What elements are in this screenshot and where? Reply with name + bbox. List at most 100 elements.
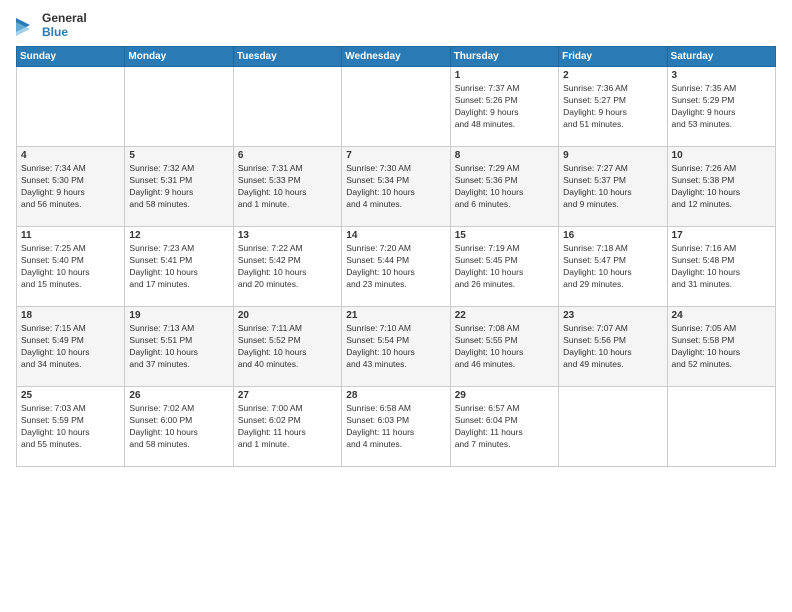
day-number: 28 [346, 390, 445, 401]
calendar-cell: 8 Sunrise: 7:29 AM Sunset: 5:36 PM Daylig… [450, 147, 558, 227]
calendar-cell: 16 Sunrise: 7:18 AM Sunset: 5:47 PM Dayli… [559, 227, 667, 307]
day-number: 5 [129, 150, 228, 161]
day-number: 19 [129, 310, 228, 321]
day-info: Sunrise: 7:27 AM Sunset: 5:37 PM Dayligh… [563, 163, 662, 211]
day-info: Sunrise: 7:26 AM Sunset: 5:38 PM Dayligh… [672, 163, 771, 211]
day-number: 4 [21, 150, 120, 161]
day-info: Sunrise: 7:18 AM Sunset: 5:47 PM Dayligh… [563, 243, 662, 291]
calendar-header-thursday: Thursday [450, 47, 558, 67]
day-number: 20 [238, 310, 337, 321]
day-info: Sunrise: 6:57 AM Sunset: 6:04 PM Dayligh… [455, 403, 554, 451]
day-number: 1 [455, 70, 554, 81]
day-number: 25 [21, 390, 120, 401]
calendar-week-3: 11 Sunrise: 7:25 AM Sunset: 5:40 PM Dayli… [17, 227, 776, 307]
day-info: Sunrise: 7:16 AM Sunset: 5:48 PM Dayligh… [672, 243, 771, 291]
calendar-cell: 17 Sunrise: 7:16 AM Sunset: 5:48 PM Dayli… [667, 227, 775, 307]
day-info: Sunrise: 7:34 AM Sunset: 5:30 PM Dayligh… [21, 163, 120, 211]
day-number: 11 [21, 230, 120, 241]
day-number: 26 [129, 390, 228, 401]
day-number: 8 [455, 150, 554, 161]
calendar-cell [125, 67, 233, 147]
day-info: Sunrise: 7:02 AM Sunset: 6:00 PM Dayligh… [129, 403, 228, 451]
calendar-cell: 7 Sunrise: 7:30 AM Sunset: 5:34 PM Daylig… [342, 147, 450, 227]
calendar-header-row: SundayMondayTuesdayWednesdayThursdayFrid… [17, 47, 776, 67]
calendar-cell: 10 Sunrise: 7:26 AM Sunset: 5:38 PM Dayli… [667, 147, 775, 227]
day-info: Sunrise: 7:30 AM Sunset: 5:34 PM Dayligh… [346, 163, 445, 211]
day-info: Sunrise: 7:31 AM Sunset: 5:33 PM Dayligh… [238, 163, 337, 211]
day-info: Sunrise: 7:10 AM Sunset: 5:54 PM Dayligh… [346, 323, 445, 371]
day-number: 27 [238, 390, 337, 401]
day-number: 16 [563, 230, 662, 241]
day-info: Sunrise: 7:15 AM Sunset: 5:49 PM Dayligh… [21, 323, 120, 371]
day-number: 24 [672, 310, 771, 321]
day-info: Sunrise: 7:03 AM Sunset: 5:59 PM Dayligh… [21, 403, 120, 451]
page: General Blue SundayMondayTuesdayWednesda… [0, 0, 792, 612]
day-info: Sunrise: 7:08 AM Sunset: 5:55 PM Dayligh… [455, 323, 554, 371]
calendar-cell: 27 Sunrise: 7:00 AM Sunset: 6:02 PM Dayli… [233, 387, 341, 467]
calendar-cell: 4 Sunrise: 7:34 AM Sunset: 5:30 PM Daylig… [17, 147, 125, 227]
day-info: Sunrise: 7:20 AM Sunset: 5:44 PM Dayligh… [346, 243, 445, 291]
day-number: 22 [455, 310, 554, 321]
day-info: Sunrise: 7:35 AM Sunset: 5:29 PM Dayligh… [672, 83, 771, 131]
logo-container: General Blue [16, 12, 87, 40]
day-info: Sunrise: 7:23 AM Sunset: 5:41 PM Dayligh… [129, 243, 228, 291]
calendar-cell: 23 Sunrise: 7:07 AM Sunset: 5:56 PM Dayli… [559, 307, 667, 387]
logo-general: General [42, 12, 87, 26]
day-info: Sunrise: 7:36 AM Sunset: 5:27 PM Dayligh… [563, 83, 662, 131]
calendar-cell [17, 67, 125, 147]
calendar-cell: 18 Sunrise: 7:15 AM Sunset: 5:49 PM Dayli… [17, 307, 125, 387]
day-number: 29 [455, 390, 554, 401]
calendar-cell: 1 Sunrise: 7:37 AM Sunset: 5:26 PM Daylig… [450, 67, 558, 147]
calendar-cell: 9 Sunrise: 7:27 AM Sunset: 5:37 PM Daylig… [559, 147, 667, 227]
calendar-cell: 2 Sunrise: 7:36 AM Sunset: 5:27 PM Daylig… [559, 67, 667, 147]
logo-bird-icon [16, 12, 38, 40]
day-number: 9 [563, 150, 662, 161]
day-number: 6 [238, 150, 337, 161]
calendar-cell: 19 Sunrise: 7:13 AM Sunset: 5:51 PM Dayli… [125, 307, 233, 387]
day-number: 23 [563, 310, 662, 321]
calendar-cell: 26 Sunrise: 7:02 AM Sunset: 6:00 PM Dayli… [125, 387, 233, 467]
day-info: Sunrise: 7:32 AM Sunset: 5:31 PM Dayligh… [129, 163, 228, 211]
day-info: Sunrise: 7:25 AM Sunset: 5:40 PM Dayligh… [21, 243, 120, 291]
day-info: Sunrise: 7:19 AM Sunset: 5:45 PM Dayligh… [455, 243, 554, 291]
calendar-header-friday: Friday [559, 47, 667, 67]
day-number: 18 [21, 310, 120, 321]
calendar-week-4: 18 Sunrise: 7:15 AM Sunset: 5:49 PM Dayli… [17, 307, 776, 387]
day-info: Sunrise: 7:05 AM Sunset: 5:58 PM Dayligh… [672, 323, 771, 371]
calendar-cell: 12Sunrise: 7:23 AM Sunset: 5:41 PM Dayli… [125, 227, 233, 307]
calendar-cell [342, 67, 450, 147]
day-number: 17 [672, 230, 771, 241]
logo-blue: Blue [42, 26, 87, 40]
day-number: 3 [672, 70, 771, 81]
day-info: Sunrise: 7:22 AM Sunset: 5:42 PM Dayligh… [238, 243, 337, 291]
calendar-cell: 3 Sunrise: 7:35 AM Sunset: 5:29 PM Daylig… [667, 67, 775, 147]
calendar-cell: 21 Sunrise: 7:10 AM Sunset: 5:54 PM Dayli… [342, 307, 450, 387]
calendar-header-monday: Monday [125, 47, 233, 67]
day-info: Sunrise: 7:37 AM Sunset: 5:26 PM Dayligh… [455, 83, 554, 131]
day-number: 21 [346, 310, 445, 321]
calendar: SundayMondayTuesdayWednesdayThursdayFrid… [16, 46, 776, 467]
calendar-cell [559, 387, 667, 467]
day-info: Sunrise: 7:29 AM Sunset: 5:36 PM Dayligh… [455, 163, 554, 211]
day-info: Sunrise: 7:13 AM Sunset: 5:51 PM Dayligh… [129, 323, 228, 371]
header: General Blue [16, 12, 776, 40]
calendar-cell: 11 Sunrise: 7:25 AM Sunset: 5:40 PM Dayli… [17, 227, 125, 307]
day-number: 2 [563, 70, 662, 81]
calendar-cell: 29 Sunrise: 6:57 AM Sunset: 6:04 PM Dayli… [450, 387, 558, 467]
day-number: 10 [672, 150, 771, 161]
day-info: Sunrise: 7:11 AM Sunset: 5:52 PM Dayligh… [238, 323, 337, 371]
day-info: Sunrise: 7:00 AM Sunset: 6:02 PM Dayligh… [238, 403, 337, 451]
calendar-header-wednesday: Wednesday [342, 47, 450, 67]
day-number: 7 [346, 150, 445, 161]
day-number: 13 [238, 230, 337, 241]
day-number: 15 [455, 230, 554, 241]
calendar-cell: 25 Sunrise: 7:03 AM Sunset: 5:59 PM Dayli… [17, 387, 125, 467]
calendar-cell [667, 387, 775, 467]
calendar-cell: 6 Sunrise: 7:31 AM Sunset: 5:33 PM Daylig… [233, 147, 341, 227]
day-info: Sunrise: 7:07 AM Sunset: 5:56 PM Dayligh… [563, 323, 662, 371]
calendar-header-sunday: Sunday [17, 47, 125, 67]
calendar-week-2: 4 Sunrise: 7:34 AM Sunset: 5:30 PM Daylig… [17, 147, 776, 227]
calendar-cell: 22 Sunrise: 7:08 AM Sunset: 5:55 PM Dayli… [450, 307, 558, 387]
calendar-cell [233, 67, 341, 147]
calendar-week-1: 1 Sunrise: 7:37 AM Sunset: 5:26 PM Daylig… [17, 67, 776, 147]
